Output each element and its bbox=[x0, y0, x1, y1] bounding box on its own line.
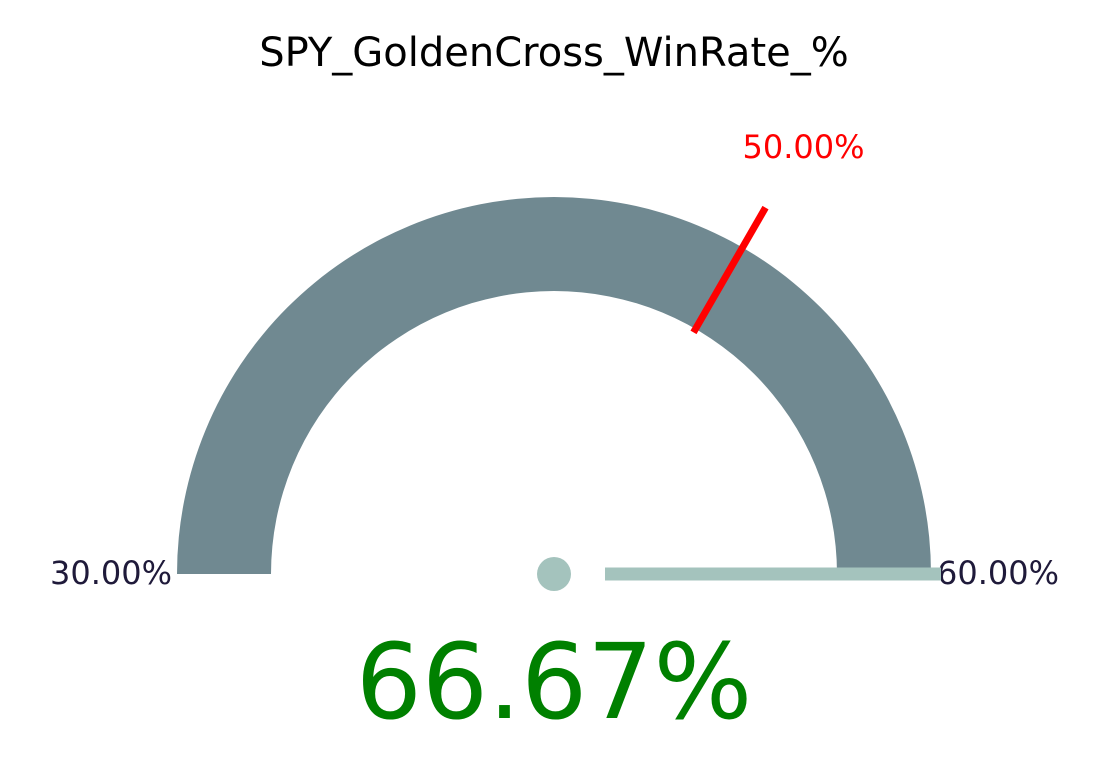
gauge-chart: SPY_GoldenCross_WinRate_% 50.00% 30.00% … bbox=[0, 0, 1109, 770]
chart-title: SPY_GoldenCross_WinRate_% bbox=[259, 30, 849, 76]
threshold-label: 50.00% bbox=[742, 128, 864, 166]
value-readout: 66.67% bbox=[356, 621, 753, 743]
gauge-svg: SPY_GoldenCross_WinRate_% 50.00% 30.00% … bbox=[50, 30, 1059, 743]
min-label: 30.00% bbox=[50, 554, 172, 592]
gauge-arc bbox=[177, 197, 931, 574]
max-label: 60.00% bbox=[937, 554, 1059, 592]
needle-hub bbox=[537, 557, 571, 591]
